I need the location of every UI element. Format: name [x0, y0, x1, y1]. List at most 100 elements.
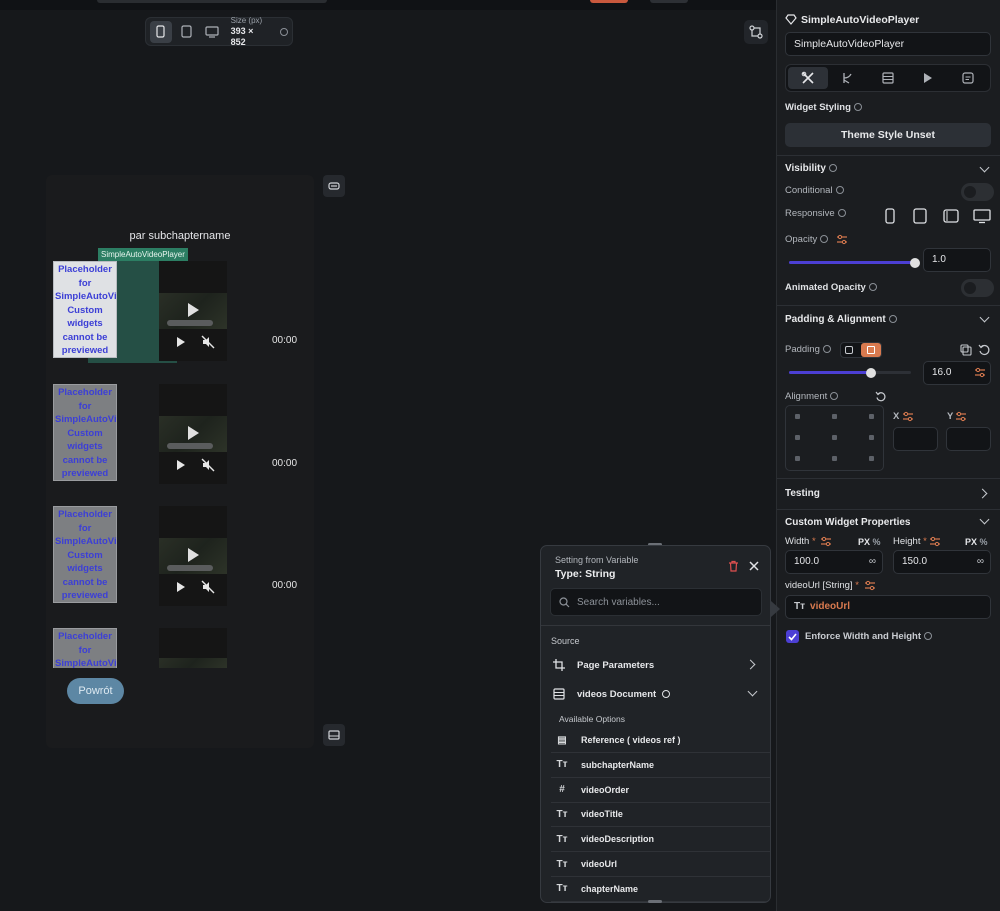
video-player[interactable] [159, 261, 227, 361]
mute-icon[interactable] [201, 335, 215, 349]
px-unit[interactable]: PX [965, 537, 977, 547]
enforce-checkbox[interactable] [786, 630, 799, 643]
padding-mode-toggle[interactable] [840, 342, 882, 358]
phone-device-button[interactable] [150, 20, 172, 43]
chevron-down-icon[interactable] [979, 162, 990, 173]
video-player[interactable] [159, 506, 227, 606]
close-icon[interactable] [749, 561, 759, 571]
slider-knob[interactable] [865, 368, 876, 378]
width-unit-toggle[interactable]: PX % [858, 537, 881, 547]
info-icon[interactable] [822, 345, 831, 354]
variable-option[interactable]: Tт videoTitle [551, 802, 770, 828]
video-player[interactable] [159, 628, 227, 668]
align-dot[interactable] [869, 414, 874, 419]
testing-section-header[interactable]: Testing [785, 488, 820, 499]
info-icon[interactable] [830, 392, 839, 401]
align-dot[interactable] [869, 456, 874, 461]
align-dot[interactable] [795, 435, 800, 440]
variable-option[interactable]: Tт subchapterName [551, 753, 770, 778]
align-y-input[interactable] [946, 427, 991, 451]
widget-placeholder[interactable]: Placeholder for SimpleAutoVideoPlayer. C… [53, 506, 117, 603]
info-icon[interactable] [924, 632, 933, 641]
chevron-down-icon[interactable] [979, 514, 990, 525]
list-item[interactable]: Placeholder for SimpleAutoVideoPlayer. C… [52, 261, 297, 371]
top-run-button[interactable] [590, 0, 628, 3]
widget-name-field[interactable]: SimpleAutoVideoPlayer [785, 32, 991, 56]
list-item[interactable]: Placeholder for SimpleAutoVideoPlayer. C… [52, 628, 252, 668]
play-icon[interactable] [177, 337, 185, 347]
percent-unit[interactable]: % [980, 537, 988, 547]
videos-document-row[interactable]: videos Document [541, 685, 770, 703]
video-progress-bar[interactable] [167, 565, 213, 571]
play-icon[interactable] [188, 426, 199, 440]
info-icon[interactable] [662, 690, 671, 698]
info-icon[interactable] [835, 186, 844, 195]
tab-notes[interactable] [948, 67, 988, 89]
variable-settings-icon[interactable] [902, 411, 914, 422]
variable-settings-icon[interactable] [974, 367, 986, 378]
tablet-icon[interactable] [913, 208, 927, 224]
info-icon[interactable] [280, 27, 288, 36]
info-icon[interactable] [820, 235, 829, 244]
reset-icon[interactable] [875, 391, 886, 402]
tablet-landscape-icon[interactable] [943, 209, 959, 223]
list-item[interactable]: Placeholder for SimpleAutoVideoPlayer. C… [52, 506, 297, 616]
reset-icon[interactable] [978, 344, 990, 356]
tab-backend-query[interactable] [868, 67, 908, 89]
search-variables-input[interactable]: Search variables... [550, 588, 762, 616]
play-icon[interactable] [188, 548, 199, 562]
copy-icon[interactable] [960, 344, 972, 356]
widget-placeholder[interactable]: Placeholder for SimpleAutoVideoPlayer. C… [53, 261, 117, 358]
tablet-device-button[interactable] [176, 21, 198, 43]
infinity-icon[interactable]: ∞ [977, 556, 984, 567]
variable-settings-icon[interactable] [929, 536, 941, 547]
video-url-input[interactable]: Tт videoUrl [785, 595, 991, 619]
animated-opacity-toggle[interactable] [961, 279, 994, 297]
align-dot[interactable] [832, 456, 837, 461]
desktop-icon[interactable] [973, 209, 991, 224]
height-unit-toggle[interactable]: PX % [965, 537, 988, 547]
tab-properties[interactable] [788, 67, 828, 89]
opacity-input[interactable]: 1.0 [923, 248, 991, 272]
variable-settings-icon[interactable] [955, 411, 967, 422]
widget-placeholder[interactable]: Placeholder for SimpleAutoVideoPlayer. C… [53, 384, 117, 481]
align-dot[interactable] [795, 414, 800, 419]
canvas-side-button[interactable] [323, 724, 345, 746]
info-icon[interactable] [853, 103, 862, 112]
chevron-down-icon[interactable] [979, 312, 990, 323]
mute-icon[interactable] [201, 458, 215, 472]
canvas-side-button[interactable] [323, 175, 345, 197]
theme-style-button[interactable]: Theme Style Unset [785, 123, 991, 147]
slider-knob[interactable] [910, 258, 920, 268]
top-search-bar[interactable] [97, 0, 327, 3]
trash-icon[interactable] [728, 560, 739, 572]
align-x-input[interactable] [893, 427, 938, 451]
uniform-padding-icon[interactable] [845, 346, 853, 354]
play-icon[interactable] [177, 460, 185, 470]
info-icon[interactable] [868, 283, 877, 292]
desktop-device-button[interactable] [201, 21, 223, 43]
padding-slider[interactable] [789, 368, 911, 378]
play-icon[interactable] [177, 582, 185, 592]
variable-option[interactable]: Tт videoDescription [551, 827, 770, 853]
individual-padding-icon[interactable] [861, 343, 881, 357]
variable-settings-icon[interactable] [864, 580, 876, 591]
px-unit[interactable]: PX [858, 537, 870, 547]
info-icon[interactable] [828, 164, 837, 173]
list-item[interactable]: Placeholder for SimpleAutoVideoPlayer. C… [52, 384, 297, 494]
variable-settings-icon[interactable] [820, 536, 832, 547]
align-dot[interactable] [869, 435, 874, 440]
variable-option[interactable]: # videoOrder [551, 778, 770, 803]
variable-option[interactable]: Tт chapterName [551, 877, 770, 902]
custom-props-section-header[interactable]: Custom Widget Properties [785, 517, 910, 528]
widget-placeholder[interactable]: Placeholder for SimpleAutoVideoPlayer. C… [53, 628, 117, 668]
align-dot[interactable] [832, 414, 837, 419]
alignment-grid[interactable] [785, 405, 884, 471]
info-icon[interactable] [837, 209, 846, 218]
percent-unit[interactable]: % [873, 537, 881, 547]
width-input[interactable]: 100.0 ∞ [785, 550, 883, 574]
variable-option[interactable]: Tт videoUrl [551, 852, 770, 877]
play-icon[interactable] [188, 303, 199, 317]
video-progress-bar[interactable] [167, 320, 213, 326]
align-dot[interactable] [832, 435, 837, 440]
